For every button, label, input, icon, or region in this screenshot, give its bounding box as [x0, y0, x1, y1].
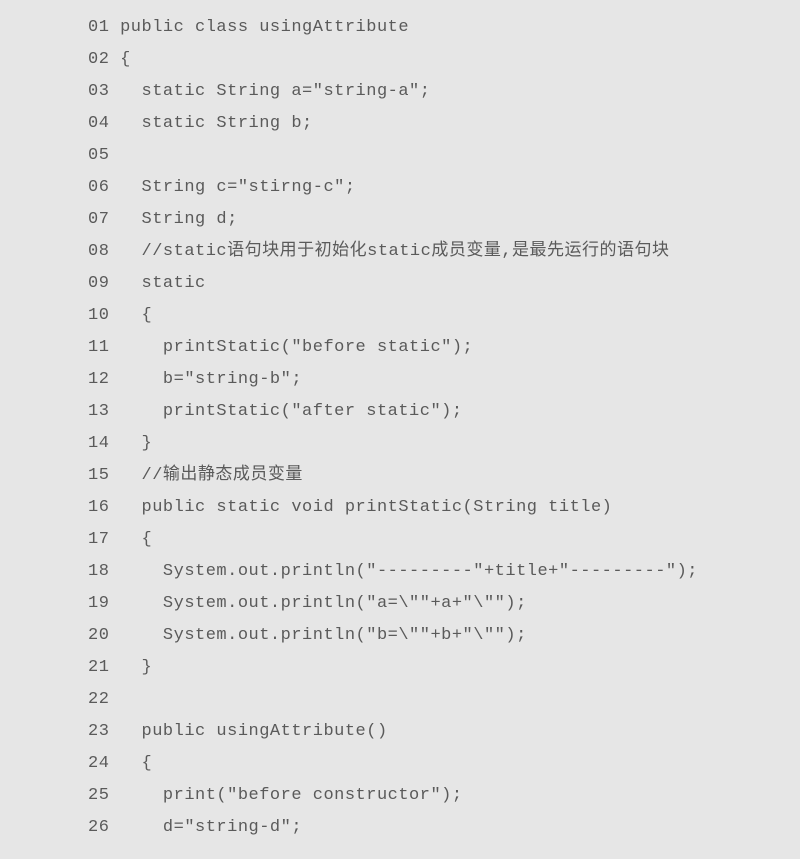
- line-content: String d;: [109, 210, 237, 229]
- line-number: 07: [88, 210, 109, 229]
- line-content: System.out.println("a=\""+a+"\"");: [109, 594, 526, 613]
- line-number: 18: [88, 562, 109, 581]
- code-line: 24 {: [88, 748, 800, 780]
- line-number: 11: [88, 338, 109, 357]
- code-line: 16 public static void printStatic(String…: [88, 492, 800, 524]
- line-content: {: [109, 530, 152, 549]
- line-content: static String b;: [109, 114, 312, 133]
- line-content: static: [109, 274, 205, 293]
- line-content: {: [109, 754, 152, 773]
- line-content: d="string-d";: [109, 818, 302, 837]
- line-content: public static void printStatic(String ti…: [109, 498, 612, 517]
- code-line: 15 //输出静态成员变量: [88, 460, 800, 492]
- line-number: 09: [88, 274, 109, 293]
- line-number: 26: [88, 818, 109, 837]
- line-content: String c="stirng-c";: [109, 178, 355, 197]
- code-line: 17 {: [88, 524, 800, 556]
- line-number: 02: [88, 50, 109, 69]
- code-line: 12 b="string-b";: [88, 364, 800, 396]
- line-content: }: [109, 434, 152, 453]
- line-number: 15: [88, 466, 109, 485]
- line-number: 17: [88, 530, 109, 549]
- code-line: 07 String d;: [88, 204, 800, 236]
- code-line: 11 printStatic("before static");: [88, 332, 800, 364]
- code-listing: 01 public class usingAttribute02 {03 sta…: [88, 12, 800, 844]
- code-line: 14 }: [88, 428, 800, 460]
- line-content: printStatic("before static");: [109, 338, 473, 357]
- line-number: 21: [88, 658, 109, 677]
- line-content: //输出静态成员变量: [109, 466, 303, 485]
- code-line: 26 d="string-d";: [88, 812, 800, 844]
- line-number: 16: [88, 498, 109, 517]
- line-content: public usingAttribute(): [109, 722, 387, 741]
- line-content: static String a="string-a";: [109, 82, 430, 101]
- line-content: public class usingAttribute: [109, 18, 409, 37]
- code-line: 25 print("before constructor");: [88, 780, 800, 812]
- line-number: 23: [88, 722, 109, 741]
- code-line: 08 //static语句块用于初始化static成员变量,是最先运行的语句块: [88, 236, 800, 268]
- line-content: printStatic("after static");: [109, 402, 462, 421]
- line-content: System.out.println("b=\""+b+"\"");: [109, 626, 526, 645]
- line-number: 06: [88, 178, 109, 197]
- line-content: System.out.println("---------"+title+"--…: [109, 562, 698, 581]
- line-number: 12: [88, 370, 109, 389]
- line-number: 25: [88, 786, 109, 805]
- code-line: 21 }: [88, 652, 800, 684]
- line-number: 05: [88, 146, 109, 165]
- line-number: 03: [88, 82, 109, 101]
- code-line: 06 String c="stirng-c";: [88, 172, 800, 204]
- code-line: 18 System.out.println("---------"+title+…: [88, 556, 800, 588]
- line-number: 08: [88, 242, 109, 261]
- code-line: 04 static String b;: [88, 108, 800, 140]
- line-content: print("before constructor");: [109, 786, 462, 805]
- line-number: 01: [88, 18, 109, 37]
- code-line: 01 public class usingAttribute: [88, 12, 800, 44]
- code-line: 02 {: [88, 44, 800, 76]
- line-number: 04: [88, 114, 109, 133]
- code-line: 09 static: [88, 268, 800, 300]
- code-line: 05: [88, 140, 800, 172]
- line-content: {: [109, 306, 152, 325]
- line-number: 13: [88, 402, 109, 421]
- line-content: b="string-b";: [109, 370, 302, 389]
- line-number: 10: [88, 306, 109, 325]
- line-content: }: [109, 658, 152, 677]
- code-line: 19 System.out.println("a=\""+a+"\"");: [88, 588, 800, 620]
- code-line: 20 System.out.println("b=\""+b+"\"");: [88, 620, 800, 652]
- line-number: 24: [88, 754, 109, 773]
- line-number: 20: [88, 626, 109, 645]
- line-number: 22: [88, 690, 109, 709]
- code-line: 03 static String a="string-a";: [88, 76, 800, 108]
- line-number: 14: [88, 434, 109, 453]
- code-line: 13 printStatic("after static");: [88, 396, 800, 428]
- line-content: {: [109, 50, 130, 69]
- line-content: //static语句块用于初始化static成员变量,是最先运行的语句块: [109, 242, 669, 261]
- line-number: 19: [88, 594, 109, 613]
- code-line: 22: [88, 684, 800, 716]
- code-line: 23 public usingAttribute(): [88, 716, 800, 748]
- code-line: 10 {: [88, 300, 800, 332]
